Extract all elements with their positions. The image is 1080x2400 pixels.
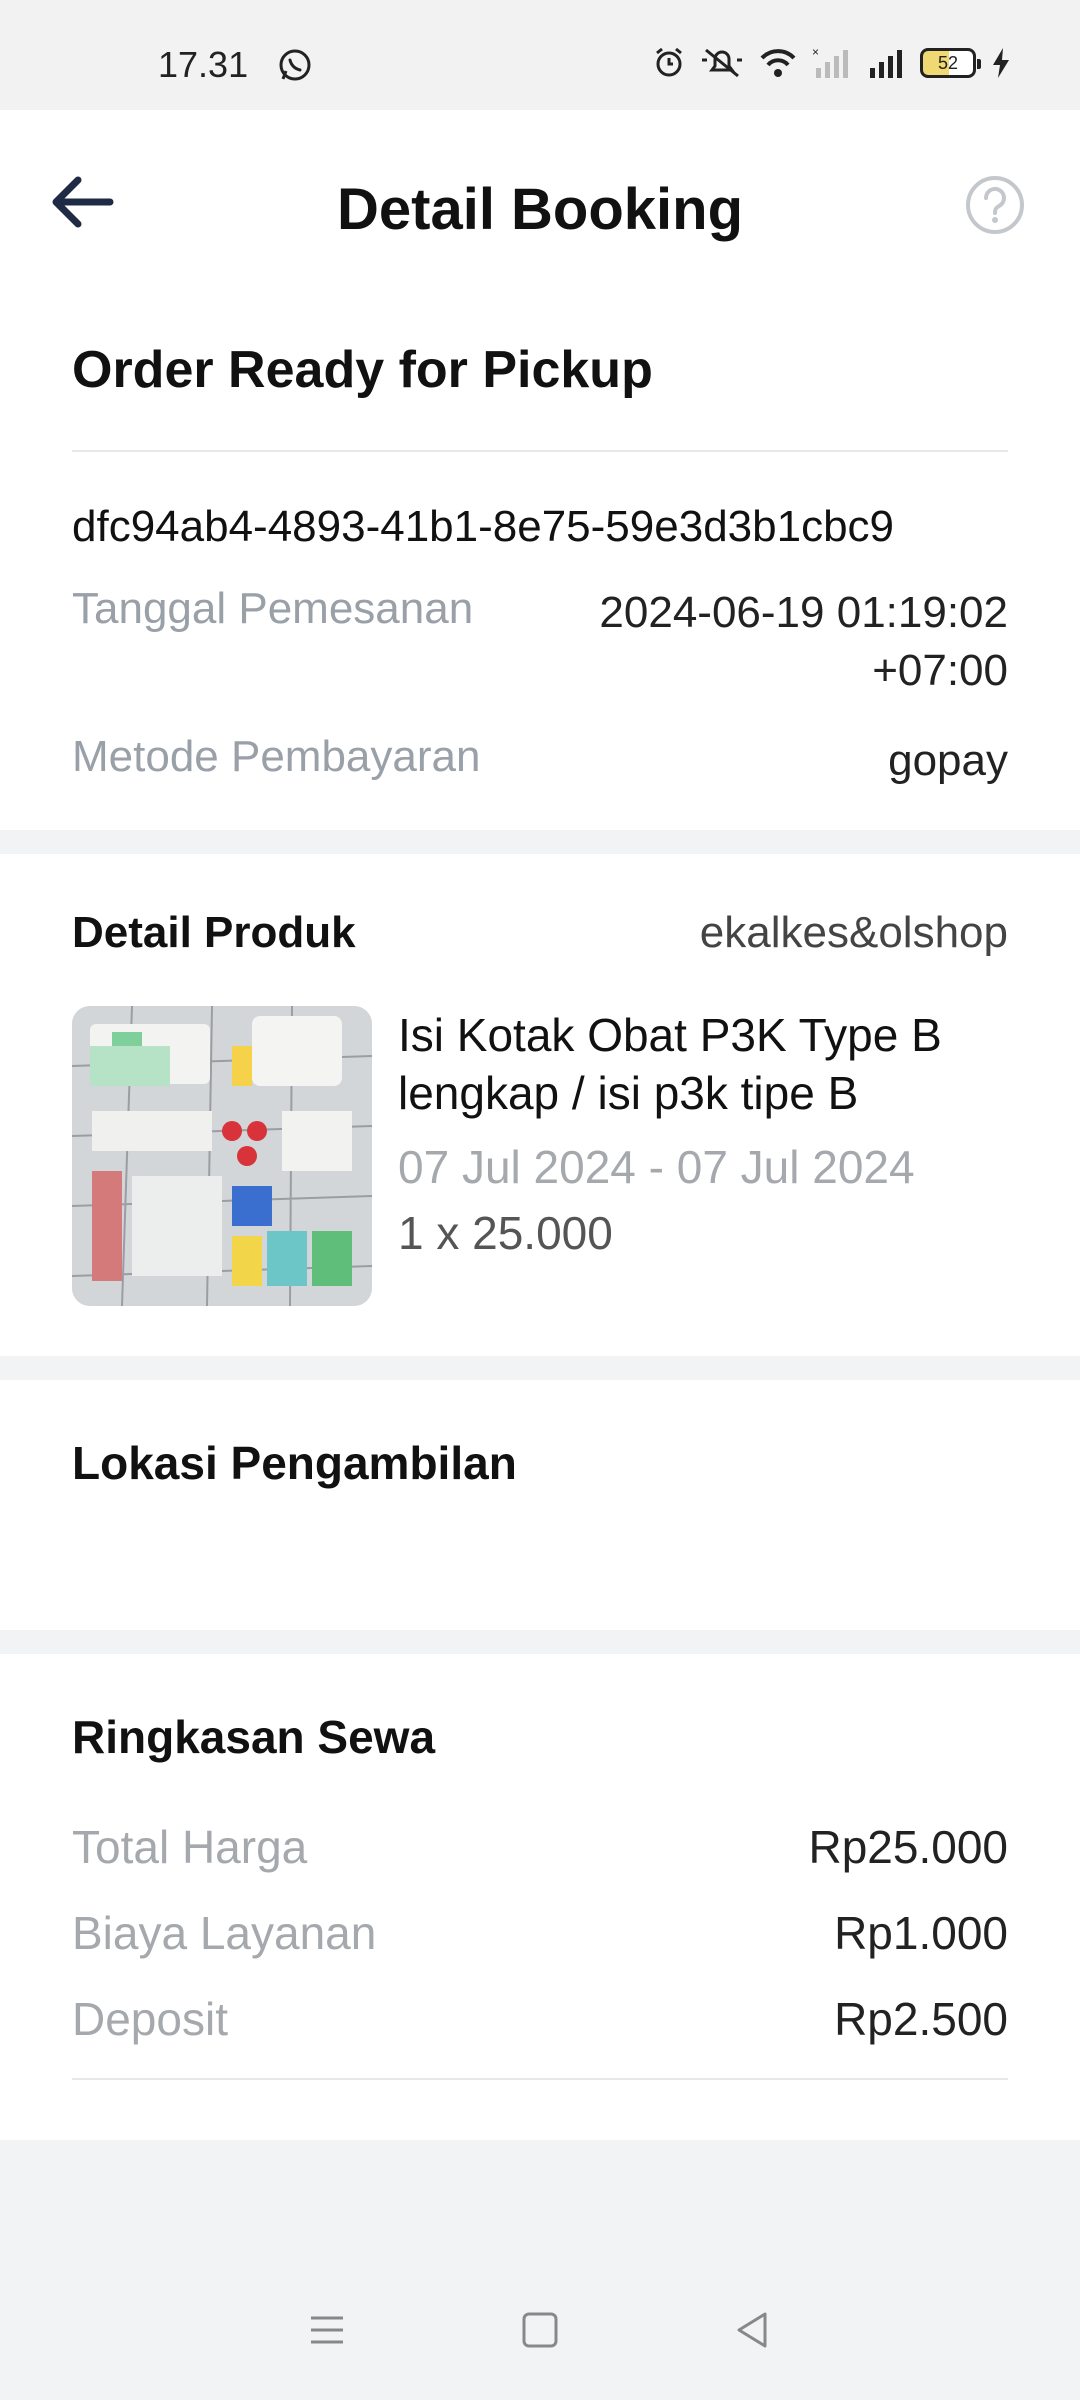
- summary-value: Rp2.500: [834, 1993, 1008, 2045]
- whatsapp-icon: [276, 46, 314, 84]
- status-bar: 17.31 × 52: [0, 0, 1080, 110]
- section-gap: [0, 1630, 1080, 1654]
- product-rental-dates: 07 Jul 2024 - 07 Jul 2024: [398, 1141, 915, 1193]
- pickup-location-title: Lokasi Pengambilan: [72, 1437, 517, 1489]
- summary-label: Deposit: [72, 1993, 228, 2045]
- payment-method-value: gopay: [888, 736, 1008, 785]
- shop-name[interactable]: ekalkes&olshop: [700, 908, 1008, 958]
- order-date-value-line1: 2024-06-19 01:19:02: [599, 588, 1008, 637]
- product-name: Isi Kotak Obat P3K Type B lengkap / isi …: [398, 1006, 942, 1122]
- home-square-icon[interactable]: [518, 2308, 562, 2357]
- back-triangle-icon[interactable]: [731, 2308, 775, 2357]
- order-date-value-line2: +07:00: [872, 646, 1008, 695]
- order-id: dfc94ab4-4893-41b1-8e75-59e3d3b1cbc9: [72, 502, 895, 551]
- order-date-label: Tanggal Pemesanan: [72, 584, 474, 633]
- rental-summary-title: Ringkasan Sewa: [72, 1711, 436, 1763]
- rental-summary-section: Ringkasan Sewa Total Harga Rp25.000 Biay…: [0, 1654, 1080, 2140]
- status-icons: × 52: [652, 46, 1012, 80]
- section-gap: [0, 830, 1080, 854]
- product-info: Isi Kotak Obat P3K Type B lengkap / isi …: [398, 1006, 942, 1306]
- product-image: [72, 1006, 372, 1306]
- pickup-location-section: Lokasi Pengambilan: [0, 1380, 1080, 1630]
- menu-icon[interactable]: [305, 2310, 349, 2355]
- summary-value: Rp25.000: [808, 1821, 1009, 1873]
- product-quantity-price: 1 x 25.000: [398, 1207, 613, 1259]
- summary-row-deposit: Deposit Rp2.500: [72, 1992, 1008, 2046]
- product-header: Detail Produk ekalkes&olshop: [72, 908, 1008, 958]
- alarm-icon: [652, 46, 686, 80]
- booking-detail-page: Detail Booking Order Ready for Pickup df…: [0, 110, 1080, 2265]
- product-section: Detail Produk ekalkes&olshop Isi Kotak O…: [0, 854, 1080, 1356]
- wifi-icon: [758, 46, 798, 80]
- status-time: 17.31: [158, 44, 249, 85]
- charging-icon: [990, 46, 1012, 80]
- order-date-row: Tanggal Pemesanan 2024-06-19 01:19:02 +0…: [72, 584, 1008, 700]
- signal-icon: [866, 46, 906, 80]
- order-date-value: 2024-06-19 01:19:02 +07:00: [599, 584, 1008, 700]
- mute-icon: [700, 46, 744, 80]
- battery-icon: 52: [920, 48, 981, 78]
- payment-method-row: Metode Pembayaran gopay: [72, 732, 1008, 790]
- payment-method-label: Metode Pembayaran: [72, 732, 481, 781]
- product-section-title: Detail Produk: [72, 908, 356, 957]
- summary-label: Total Harga: [72, 1821, 308, 1873]
- svg-text:×: ×: [812, 46, 819, 59]
- page-title: Detail Booking: [336, 177, 744, 242]
- order-info-section: Order Ready for Pickup dfc94ab4-4893-41b…: [0, 300, 1080, 830]
- summary-row-total: Total Harga Rp25.000: [72, 1820, 1008, 1874]
- summary-label: Biaya Layanan: [72, 1907, 377, 1959]
- app-header: Detail Booking: [0, 110, 1080, 300]
- summary-value: Rp1.000: [834, 1907, 1008, 1959]
- system-nav-bar: [0, 2265, 1080, 2400]
- signal-weak-icon: ×: [812, 46, 852, 80]
- product-name-line1: Isi Kotak Obat P3K Type B: [398, 1009, 942, 1061]
- section-gap: [0, 1356, 1080, 1380]
- product-item[interactable]: Isi Kotak Obat P3K Type B lengkap / isi …: [72, 1006, 1008, 1306]
- summary-divider: [72, 2078, 1008, 2080]
- summary-row-service-fee: Biaya Layanan Rp1.000: [72, 1906, 1008, 1960]
- product-name-line2: lengkap / isi p3k tipe B: [398, 1067, 859, 1119]
- question-circle-icon[interactable]: [964, 174, 1026, 236]
- order-status-title: Order Ready for Pickup: [72, 340, 1008, 452]
